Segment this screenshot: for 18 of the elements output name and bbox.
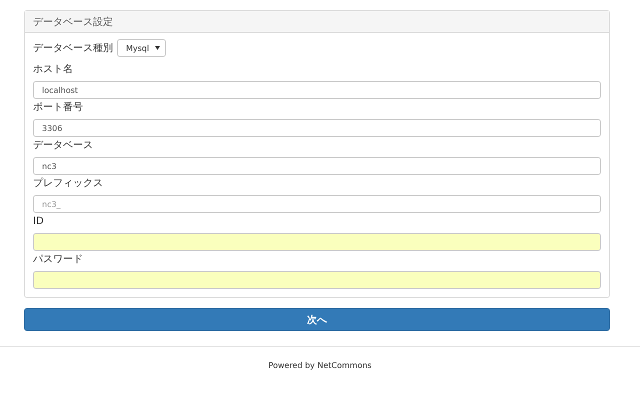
input-field[interactable]: nc3_ bbox=[33, 195, 601, 213]
input-field[interactable] bbox=[33, 233, 601, 251]
field-label: ID bbox=[33, 215, 44, 228]
panel-title: データベース設定 bbox=[33, 16, 113, 28]
input-field[interactable]: 3306 bbox=[33, 119, 601, 137]
field-label: プレフィックス bbox=[33, 177, 103, 190]
caret-icon bbox=[155, 46, 160, 50]
field-label: データベース種別 bbox=[33, 42, 113, 54]
input-field[interactable] bbox=[33, 271, 601, 289]
input-field[interactable]: nc3 bbox=[33, 157, 601, 175]
field-label: ホスト名 bbox=[33, 63, 73, 76]
input-field[interactable]: localhost bbox=[33, 81, 601, 99]
database-type-select[interactable]: Mysql bbox=[117, 39, 166, 57]
field-label: パスワード bbox=[33, 253, 83, 266]
field-label: ポート番号 bbox=[33, 101, 83, 114]
footer-text: Powered by NetCommons bbox=[268, 361, 372, 370]
field-label: データベース bbox=[33, 139, 93, 152]
next-button[interactable]: 次へ bbox=[24, 308, 610, 331]
